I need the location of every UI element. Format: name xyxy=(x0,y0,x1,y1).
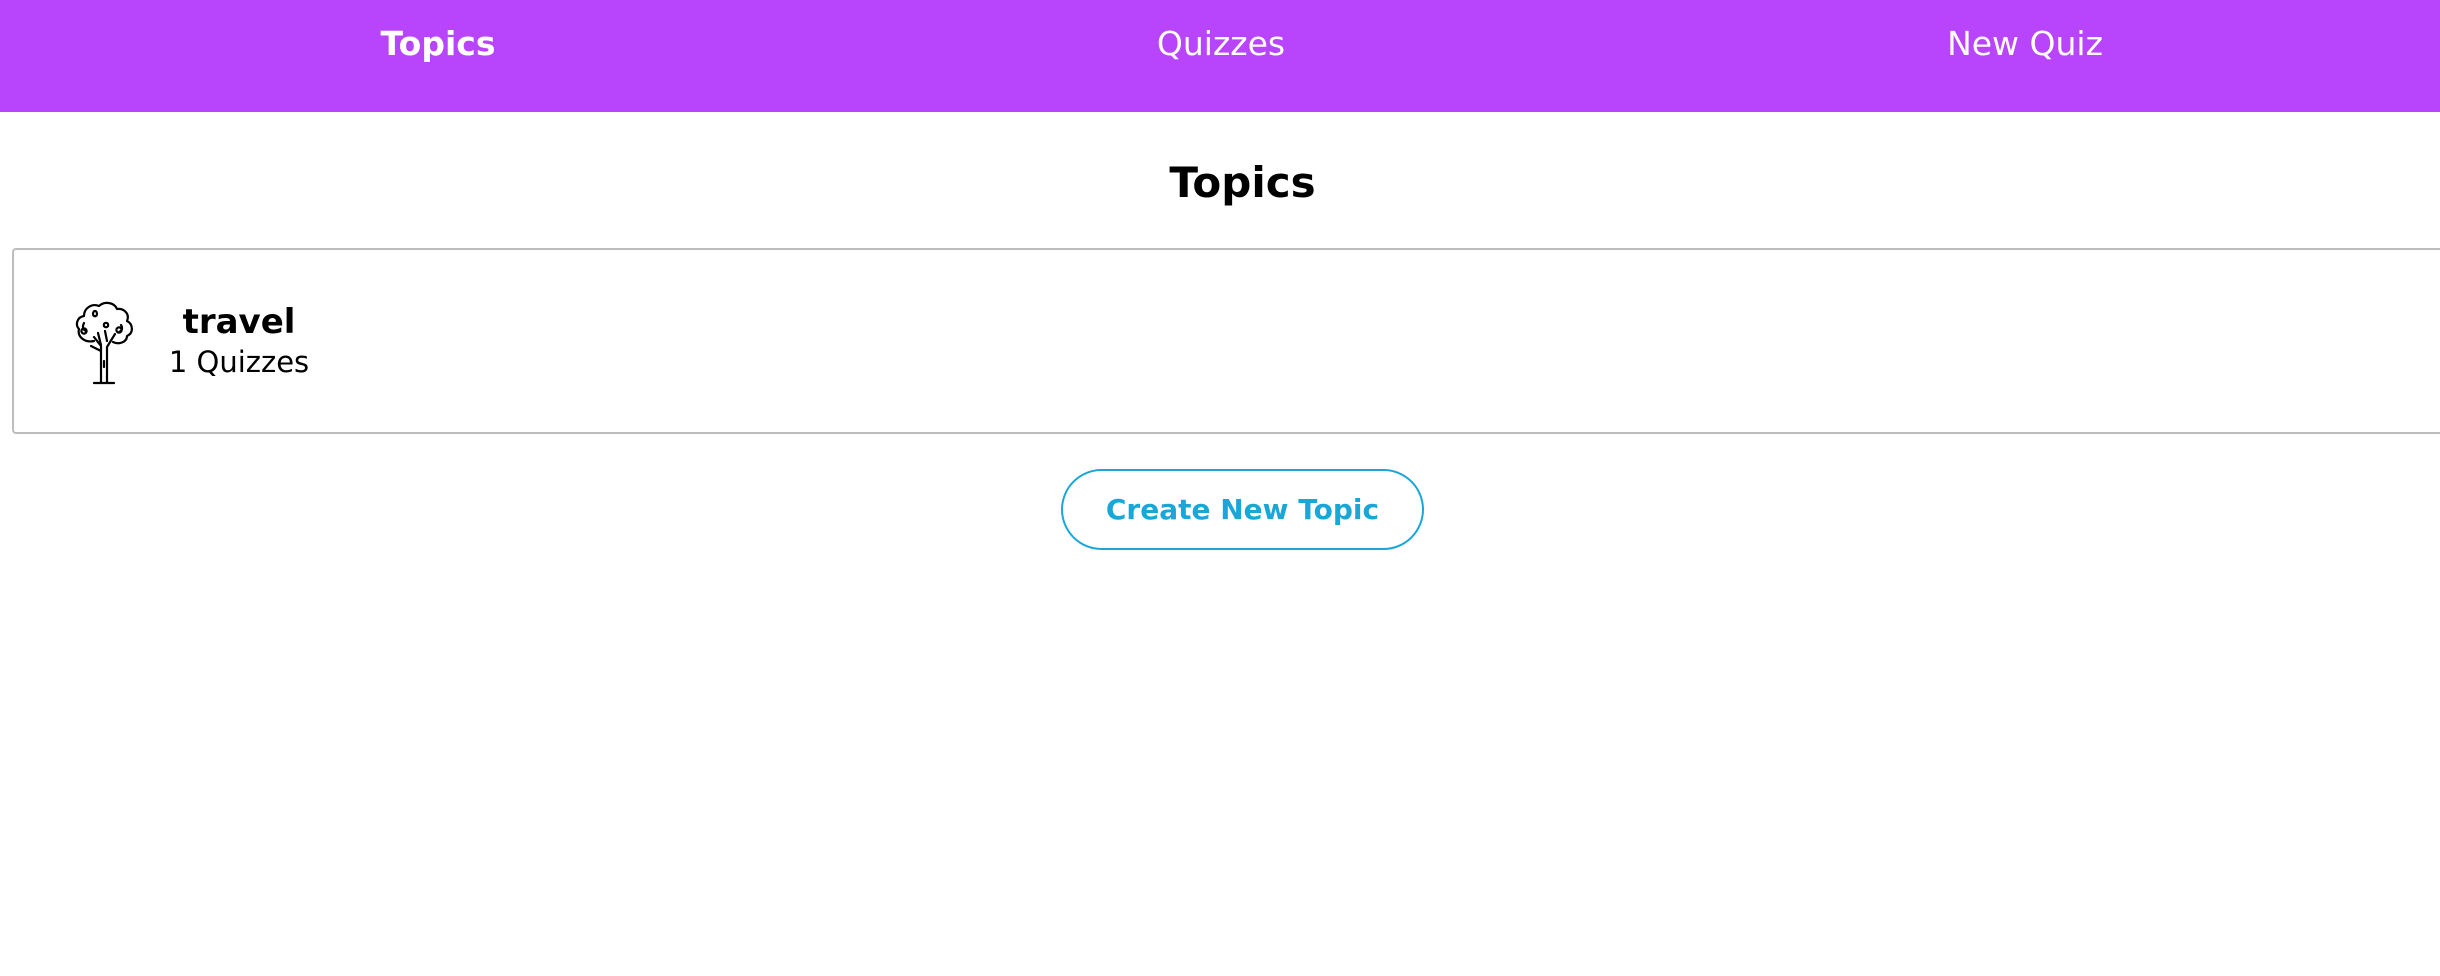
topic-card[interactable]: travel 1 Quizzes xyxy=(12,248,2440,434)
top-navbar: Topics Quizzes New Quiz xyxy=(0,0,2440,112)
tree-icon xyxy=(75,301,133,385)
nav-link-new-quiz[interactable]: New Quiz xyxy=(1905,0,2145,88)
topic-quiz-count: 1 Quizzes xyxy=(168,345,310,379)
create-new-topic-button[interactable]: Create New Topic xyxy=(1061,469,1424,550)
page-title: Topics xyxy=(1169,158,1316,207)
nav-link-quizzes[interactable]: Quizzes xyxy=(1121,0,1321,88)
topic-name: travel xyxy=(182,302,296,342)
nav-link-topics[interactable]: Topics xyxy=(338,0,538,88)
